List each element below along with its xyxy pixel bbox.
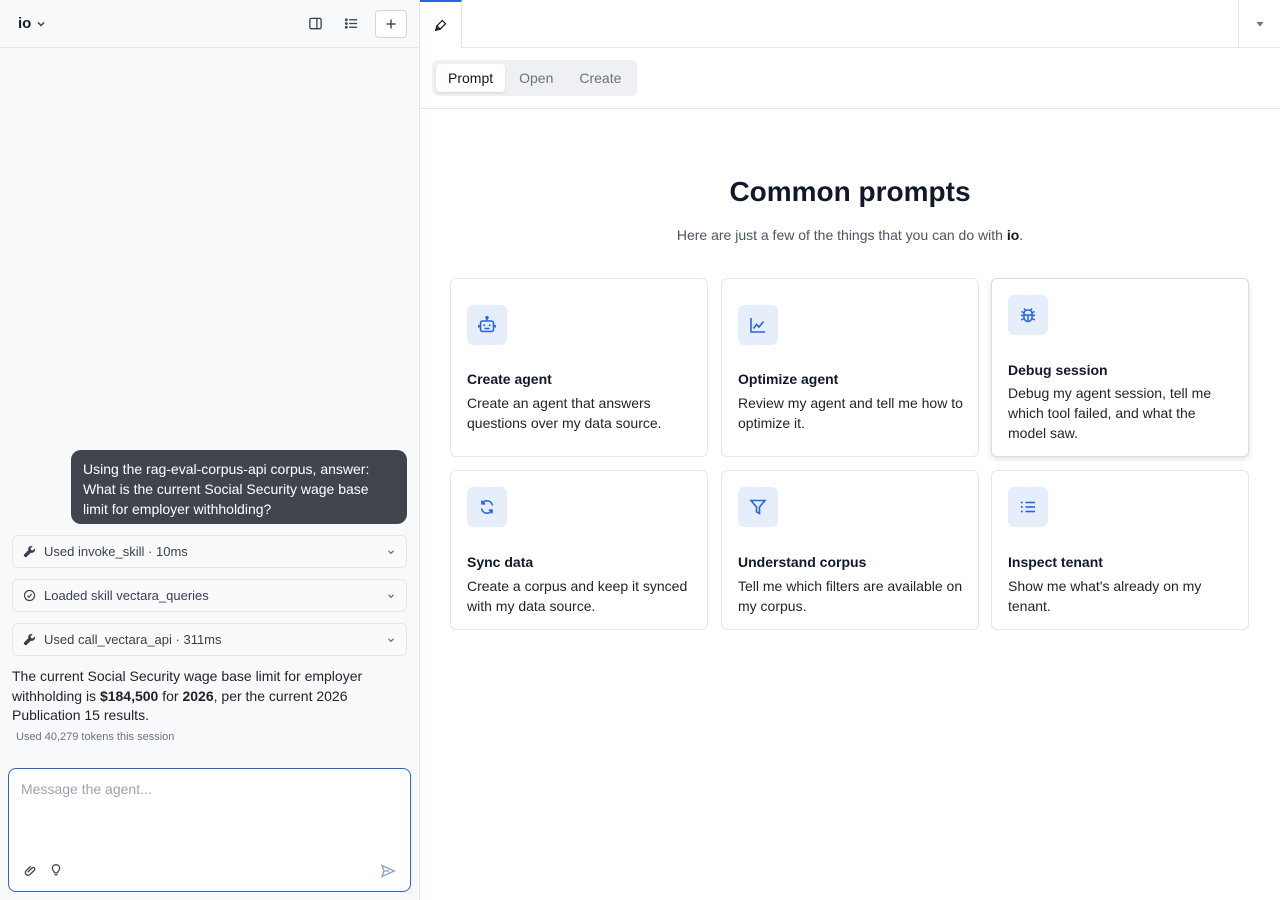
- new-session-button[interactable]: [375, 9, 407, 38]
- tool-call-label: Used call_vectara_api · 311ms: [44, 632, 222, 647]
- card-icon-tile: [467, 305, 507, 345]
- tab-compose[interactable]: [420, 0, 462, 48]
- caret-down-icon: [1256, 21, 1263, 26]
- tool-call-row[interactable]: Loaded skill vectara_queries: [12, 579, 407, 612]
- plus-icon: [386, 19, 396, 28]
- workspace-switcher[interactable]: io: [18, 15, 47, 32]
- card-description: Create a corpus and keep it synced with …: [467, 578, 688, 614]
- toggle-panel-button[interactable]: [299, 10, 331, 38]
- mode-open[interactable]: Open: [507, 64, 565, 92]
- workspace-panel: Prompt Open Create Common prompts Here a…: [420, 0, 1280, 900]
- list-icon: [1020, 501, 1035, 513]
- mode-bar: Prompt Open Create: [420, 48, 1280, 109]
- message-composer: [8, 768, 411, 892]
- wrench-icon: [23, 633, 36, 646]
- tool-call-row[interactable]: Used invoke_skill · 10ms: [12, 535, 407, 568]
- brand-name: io: [18, 15, 32, 32]
- list-icon: [344, 18, 357, 29]
- chevron-down-icon: [388, 593, 394, 598]
- prompt-card-understand-corpus[interactable]: Understand corpus Tell me which filters …: [721, 470, 979, 630]
- card-icon-tile: [738, 487, 778, 527]
- card-description: Create an agent that answers questions o…: [467, 395, 662, 431]
- robot-icon: [477, 315, 497, 333]
- card-description: Show me what's already on my tenant.: [1008, 578, 1202, 614]
- answer-year: 2026: [182, 687, 214, 704]
- message-input[interactable]: [9, 769, 410, 849]
- chevron-down-icon: [388, 549, 394, 554]
- token-usage: Used 40,279 tokens this session: [16, 731, 175, 743]
- card-icon-tile: [1008, 487, 1048, 527]
- card-title: Understand corpus: [738, 554, 867, 570]
- chevron-down-icon: [37, 21, 45, 27]
- attach-icon[interactable]: [23, 863, 37, 877]
- card-title: Debug session: [1008, 362, 1108, 378]
- card-description: Debug my agent session, tell me which to…: [1008, 385, 1212, 441]
- user-message: Using the rag-eval-corpus-api corpus, an…: [71, 450, 407, 524]
- tool-call-row[interactable]: Used call_vectara_api · 311ms: [12, 623, 407, 656]
- page-subtitle: Here are just a few of the things that y…: [420, 227, 1280, 243]
- subtitle-text: Here are just a few of the things that y…: [676, 227, 1007, 243]
- tab-bar: [420, 0, 1280, 48]
- send-icon[interactable]: [380, 863, 396, 879]
- chat-header: io: [0, 0, 419, 48]
- card-title: Optimize agent: [738, 371, 839, 387]
- tool-call-label: Loaded skill vectara_queries: [44, 588, 209, 603]
- prompt-card-sync-data[interactable]: Sync data Create a corpus and keep it sy…: [450, 470, 708, 630]
- prompt-card-create-agent[interactable]: Create agent Create an agent that answer…: [450, 278, 708, 457]
- subtitle-end: .: [1019, 227, 1024, 243]
- mode-create[interactable]: Create: [567, 64, 633, 92]
- chevron-down-icon: [388, 637, 394, 642]
- wrench-icon: [23, 545, 36, 558]
- page-title: Common prompts: [729, 176, 971, 207]
- answer-amount: $184,500: [99, 687, 159, 704]
- sync-icon: [480, 499, 494, 515]
- skill-icon: [23, 589, 36, 602]
- chart-icon: [750, 318, 765, 333]
- answer-text: for: [158, 687, 183, 704]
- sidebar-icon: [308, 17, 322, 30]
- prompt-card-inspect-tenant[interactable]: Inspect tenant Show me what's already on…: [991, 470, 1249, 630]
- card-description: Review my agent and tell me how to optim…: [738, 395, 963, 431]
- card-title: Inspect tenant: [1008, 554, 1103, 570]
- card-title: Sync data: [467, 554, 534, 570]
- mode-prompt[interactable]: Prompt: [436, 64, 506, 92]
- filter-icon: [749, 499, 767, 515]
- tab-menu-button[interactable]: [1238, 0, 1280, 47]
- prompt-card-debug-session[interactable]: Debug session Debug my agent session, te…: [991, 278, 1249, 457]
- subtitle-brand: io: [1006, 227, 1020, 243]
- prompt-card-optimize-agent[interactable]: Optimize agent Review my agent and tell …: [721, 278, 979, 457]
- card-icon-tile: [1008, 295, 1048, 335]
- card-description: Tell me which filters are available on m…: [738, 578, 963, 614]
- bug-icon: [1020, 308, 1036, 323]
- chat-panel: io Using the rag-eval-corpus-api corpus,…: [0, 0, 420, 900]
- session-list-button[interactable]: [335, 10, 367, 38]
- tool-call-label: Used invoke_skill · 10ms: [44, 544, 188, 559]
- lightbulb-icon[interactable]: [49, 863, 63, 877]
- mode-switcher: Prompt Open Create: [432, 60, 638, 96]
- pen-icon: [434, 19, 446, 31]
- card-title: Create agent: [467, 371, 552, 387]
- card-icon-tile: [467, 487, 507, 527]
- agent-answer: The current Social Security wage base li…: [12, 667, 407, 726]
- header-actions: [299, 9, 407, 38]
- card-icon-tile: [738, 305, 778, 345]
